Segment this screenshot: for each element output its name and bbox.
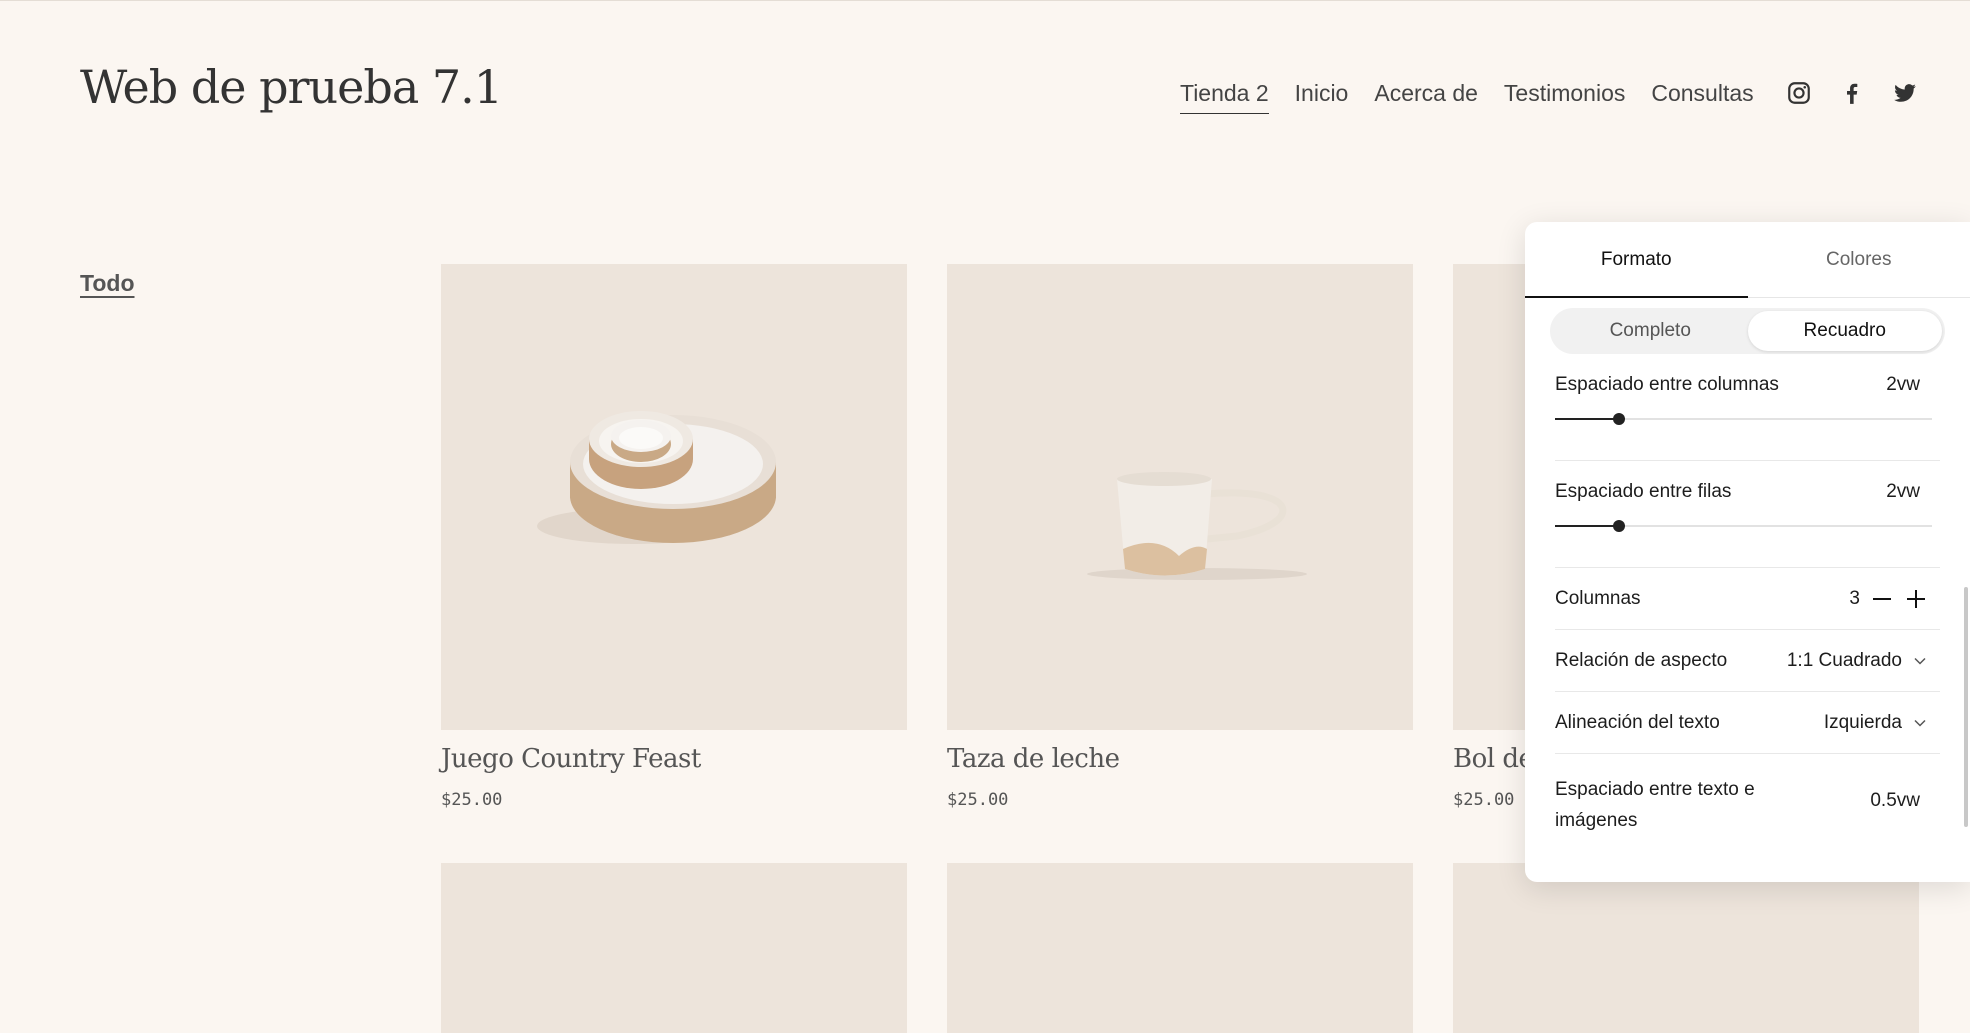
nav-item-acerca-de[interactable]: Acerca de (1374, 80, 1478, 114)
tab-formato[interactable]: Formato (1525, 222, 1748, 298)
columns-row: Columnas 3 (1555, 568, 1940, 630)
text-align-select[interactable]: Izquierda (1824, 712, 1928, 734)
columns-label: Columnas (1555, 587, 1641, 609)
aspect-ratio-label: Relación de aspecto (1555, 649, 1728, 671)
panel-tabs: Formato Colores (1525, 222, 1970, 298)
columns-stepper: 3 (1849, 587, 1928, 611)
facebook-icon[interactable] (1839, 80, 1865, 106)
product-price: $25.00 (947, 790, 1009, 810)
instagram-icon[interactable] (1786, 80, 1812, 106)
site-title[interactable]: Web de prueba 7.1 (80, 60, 503, 114)
product-name[interactable]: Taza de leche (947, 744, 1413, 774)
text-image-spacing-label: Espaciado entre texto e imágenes (1555, 779, 1755, 831)
nav-item-tienda-2[interactable]: Tienda 2 (1180, 80, 1269, 114)
chevron-down-icon (1912, 653, 1928, 669)
product-image-row2-3[interactable] (1453, 863, 1919, 1033)
social-links (1786, 80, 1918, 106)
row-spacing-slider[interactable] (1555, 520, 1932, 532)
text-align-row[interactable]: Alineación del texto Izquierda (1555, 692, 1940, 754)
minus-icon[interactable] (1870, 587, 1894, 611)
row-spacing-slider-handle[interactable] (1613, 520, 1626, 532)
text-align-value: Izquierda (1823, 711, 1902, 733)
segment-recuadro[interactable]: Recuadro (1747, 311, 1942, 351)
product-card[interactable]: Taza de leche $25.00 (947, 264, 1413, 810)
columns-value: 3 (1849, 587, 1860, 609)
product-card[interactable]: Juego Country Feast $25.00 (441, 264, 907, 810)
grid-settings-panel: Formato Colores Completo Recuadro Espaci… (1525, 222, 1970, 882)
twitter-icon[interactable] (1892, 80, 1918, 106)
product-price: $25.00 (441, 790, 503, 810)
product-image-row2-1[interactable] (441, 863, 907, 1033)
column-spacing-value: 2vw (1886, 374, 1920, 395)
aspect-ratio-select[interactable]: 1:1 Cuadrado (1787, 650, 1928, 672)
panel-scrollbar[interactable] (1964, 587, 1968, 827)
text-align-label: Alineación del texto (1555, 711, 1720, 733)
aspect-ratio-value: 1:1 Cuadrado (1786, 649, 1902, 671)
product-name[interactable]: Juego Country Feast (441, 744, 907, 774)
aspect-ratio-row[interactable]: Relación de aspecto 1:1 Cuadrado (1555, 630, 1940, 692)
main-nav: Tienda 2 Inicio Acerca de Testimonios Co… (1180, 80, 1754, 114)
nav-item-inicio[interactable]: Inicio (1295, 80, 1349, 114)
column-spacing-row: Espaciado entre columnas 2vw (1555, 354, 1940, 461)
product-image-mug[interactable] (947, 264, 1413, 730)
product-image-bowl-set[interactable] (441, 264, 907, 730)
nav-item-testimonios[interactable]: Testimonios (1504, 80, 1625, 114)
column-spacing-slider[interactable] (1555, 413, 1932, 425)
chevron-down-icon (1912, 715, 1928, 731)
top-border (0, 0, 1970, 1)
column-spacing-label: Espaciado entre columnas (1555, 374, 1779, 395)
segment-completo[interactable]: Completo (1553, 311, 1748, 351)
layout-segmented-control: Completo Recuadro (1550, 308, 1945, 354)
tab-colores[interactable]: Colores (1748, 222, 1970, 297)
category-all-link[interactable]: Todo (80, 270, 135, 297)
row-spacing-label: Espaciado entre filas (1555, 481, 1732, 502)
product-image-row2-2[interactable] (947, 863, 1413, 1033)
plus-icon[interactable] (1904, 587, 1928, 611)
row-spacing-value: 2vw (1886, 481, 1920, 502)
row-spacing-row: Espaciado entre filas 2vw (1555, 461, 1940, 568)
text-image-spacing-value: 0.5vw (1870, 790, 1920, 811)
text-image-spacing-row[interactable]: Espaciado entre texto e imágenes 0.5vw (1555, 754, 1940, 866)
column-spacing-slider-handle[interactable] (1613, 413, 1626, 425)
nav-item-consultas[interactable]: Consultas (1651, 80, 1753, 114)
